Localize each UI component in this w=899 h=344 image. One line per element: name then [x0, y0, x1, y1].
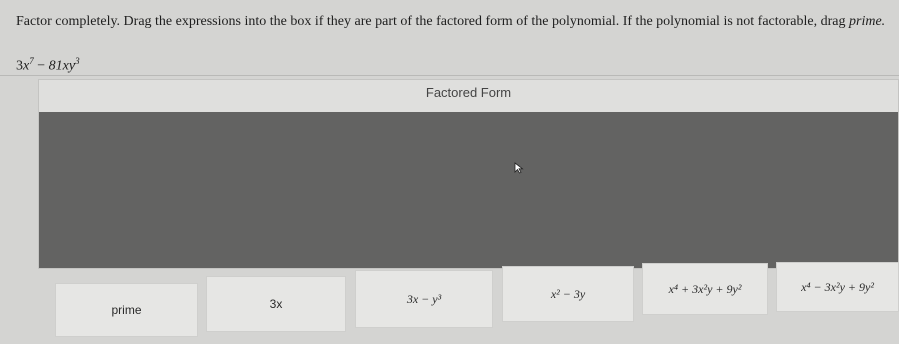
instructions-prime-word: prime.: [849, 14, 886, 29]
tile-3x-label: 3x: [269, 297, 283, 311]
tile-prime-label: prime: [111, 303, 142, 317]
mouse-cursor-icon: [514, 162, 524, 174]
tile-x-squared-minus-3y[interactable]: x² − 3y: [502, 266, 634, 322]
poly-exp2: 3: [75, 56, 80, 66]
poly-operator: −: [37, 58, 46, 74]
tile-3x-minus-y-cubed[interactable]: 3x − y³: [355, 270, 493, 328]
divider: [0, 75, 899, 76]
poly-coef: 3: [16, 58, 23, 74]
tile-prime[interactable]: prime: [55, 283, 198, 337]
poly-exp1: 7: [29, 56, 34, 66]
poly-term2: 81xy: [48, 58, 76, 74]
tile-x4-plus-label: x⁴ + 3x²y + 9y²: [668, 281, 742, 296]
tile-x4-plus-3x2y-plus-9y2[interactable]: x⁴ + 3x²y + 9y²: [642, 263, 768, 315]
polynomial-expression: 3x7 − 81xy3: [16, 56, 80, 75]
factored-form-drop-zone[interactable]: [39, 112, 898, 268]
tile-3x[interactable]: 3x: [206, 276, 346, 332]
tile-x4-minus-3x2y-plus-9y2[interactable]: x⁴ − 3x²y + 9y²: [776, 262, 899, 312]
expression-tiles: prime 3x 3x − y³ x² − 3y x⁴ + 3x²y + 9y²…: [0, 262, 899, 344]
tile-x4-minus-label: x⁴ − 3x²y + 9y²: [801, 279, 874, 294]
factored-form-title: Factored Form: [425, 85, 512, 100]
instructions-text: Factor completely. Drag the expressions …: [16, 14, 886, 30]
factored-form-panel: Factored Form: [38, 79, 899, 269]
tile-3x-minus-y-cubed-label: 3x − y³: [406, 291, 442, 306]
instructions-main: Factor completely. Drag the expressions …: [16, 14, 846, 29]
tile-x-squared-minus-3y-label: x² − 3y: [550, 286, 586, 301]
